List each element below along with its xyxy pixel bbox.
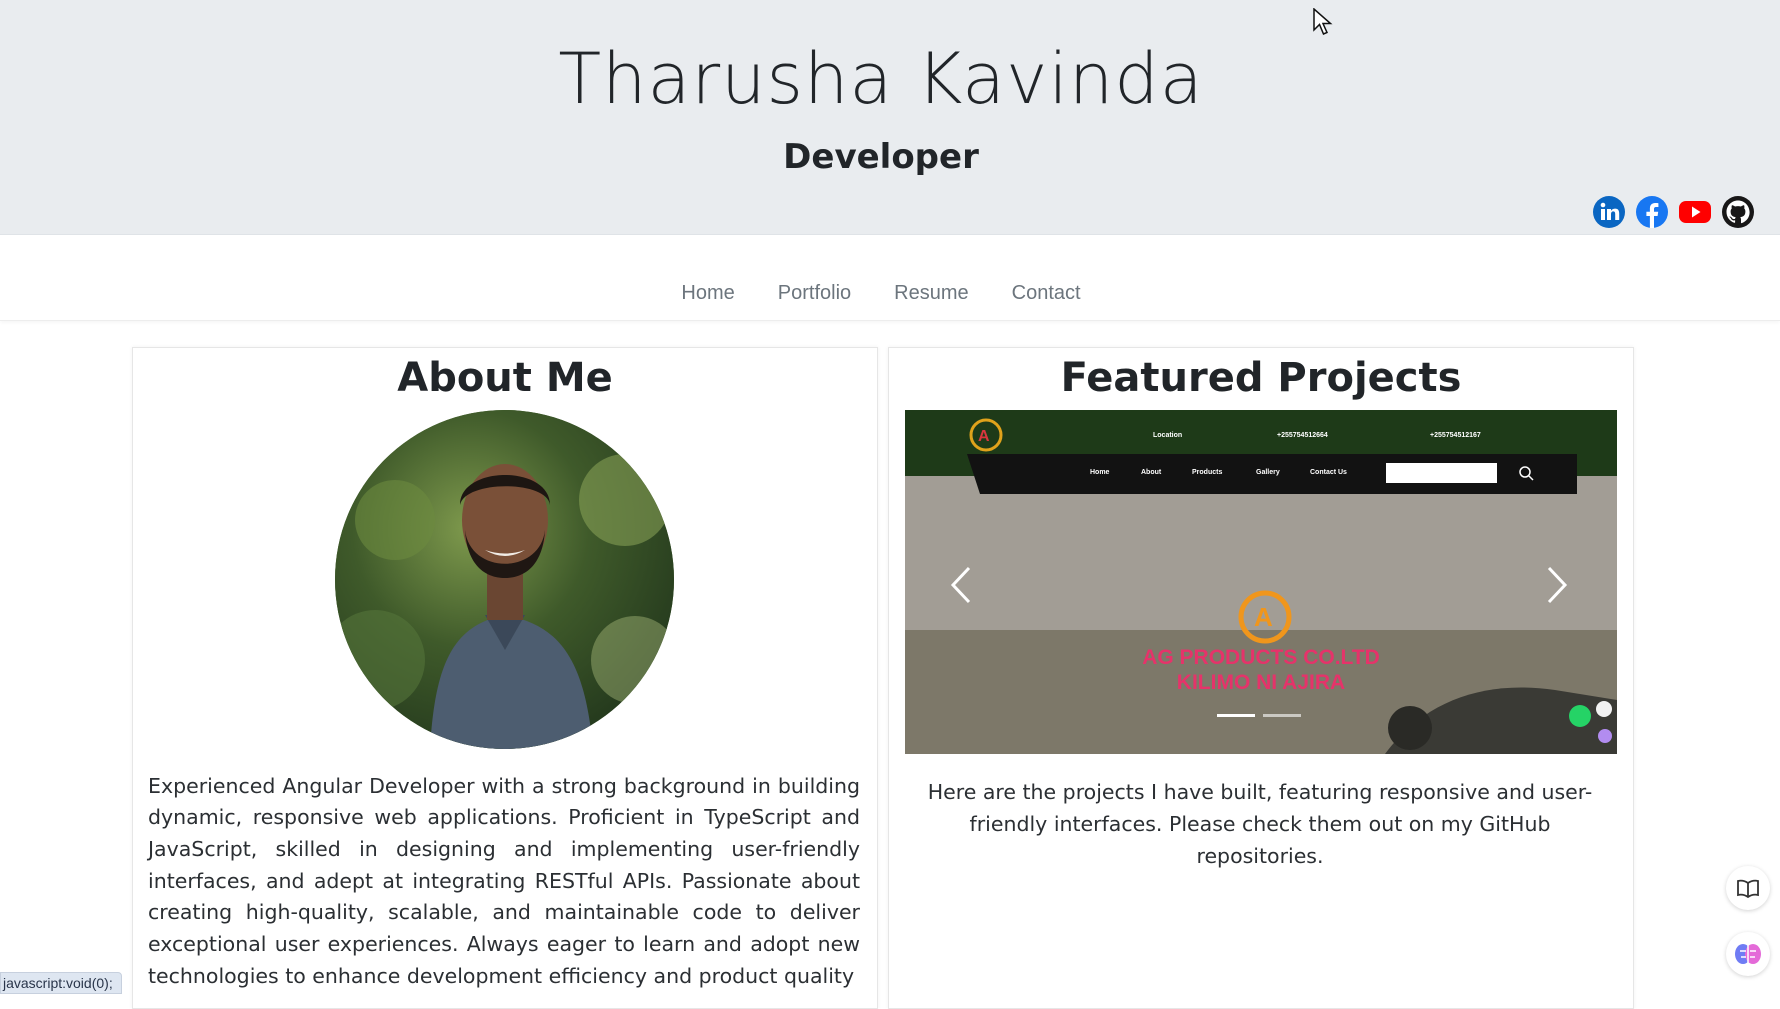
slide-headline: AG PRODUCTS CO.LTD [1142,646,1380,669]
project-carousel[interactable]: A Location +255754512664 +255754512167 H… [905,410,1617,754]
social-links [1592,195,1755,229]
github-icon[interactable] [1721,195,1755,229]
nav-resume[interactable]: Resume [894,282,968,305]
carousel-next-icon[interactable] [1535,560,1575,610]
slide-phone-1: +255754512664 [1277,432,1328,439]
brain-icon [1735,944,1761,964]
nav-portfolio[interactable]: Portfolio [778,282,851,305]
linkedin-icon[interactable] [1592,195,1626,229]
about-card: About Me Experienced Angular Developer w… [132,347,878,1009]
projects-title: Featured Projects [1060,355,1462,401]
reader-mode-button[interactable] [1726,866,1770,910]
nav-home[interactable]: Home [681,282,734,305]
projects-description: Here are the projects I have built, feat… [927,779,1593,868]
svg-text:A: A [978,428,990,445]
slide-subheadline: KILIMO NI AJIRA [1177,671,1345,694]
slide-menu-about: About [1141,469,1162,476]
slide-menu-gallery: Gallery [1256,469,1280,476]
nav-contact[interactable]: Contact [1012,282,1081,305]
book-icon [1737,879,1759,898]
slide-phone-2: +255754512167 [1430,432,1481,439]
facebook-icon[interactable] [1635,195,1669,229]
mouse-cursor-icon [1313,8,1333,35]
slide-menu-products: Products [1192,469,1222,476]
slide-location: Location [1153,432,1182,439]
slide-menu-contact: Contact Us [1310,469,1347,476]
slide-menu-home: Home [1090,469,1110,476]
about-title: About Me [397,355,613,401]
carousel-prev-icon[interactable] [943,560,983,610]
about-description: Experienced Angular Developer with a str… [148,773,860,988]
main-navigation: Home Portfolio Resume Contact [0,234,1780,321]
youtube-icon[interactable] [1678,195,1712,229]
site-owner-name: Tharusha Kavinda [558,38,1204,120]
projects-card: Featured Projects A Location +2557545126… [888,347,1634,1009]
project-slide-image: A Location +255754512664 +255754512167 H… [905,410,1617,754]
status-bar-url: javascript:void(0); [0,972,122,994]
site-header: Tharusha Kavinda Developer [0,0,1780,234]
svg-text:A: A [1254,602,1273,632]
profile-photo [335,410,674,749]
ai-assistant-button[interactable] [1726,932,1770,976]
site-owner-role: Developer [783,137,979,177]
